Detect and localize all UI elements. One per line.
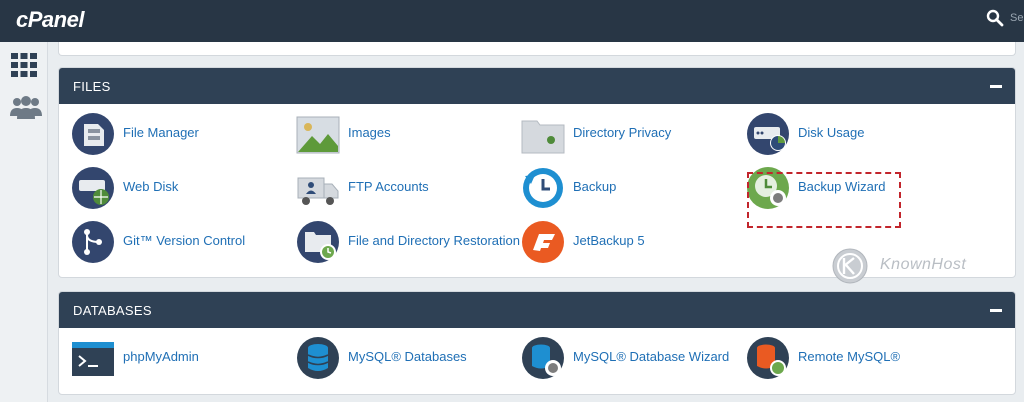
disk-usage-icon bbox=[747, 113, 789, 155]
files-panel-title: FILES bbox=[73, 79, 111, 94]
images-icon bbox=[296, 116, 340, 154]
databases-collapse-button[interactable] bbox=[989, 304, 1003, 316]
item-label: Web Disk bbox=[123, 179, 179, 194]
item-label: File and Directory Restoration bbox=[348, 233, 520, 248]
search-icon[interactable] bbox=[986, 9, 1004, 27]
jetbackup-icon bbox=[522, 221, 564, 263]
mysql-databases-icon bbox=[297, 337, 339, 379]
files-panel-header[interactable]: FILES bbox=[59, 68, 1015, 104]
remote-mysql-icon bbox=[747, 337, 789, 379]
databases-panel: DATABASES phpMyAdmin MySQL® Databases My… bbox=[58, 291, 1016, 395]
item-label: phpMyAdmin bbox=[123, 349, 199, 364]
item-label: File Manager bbox=[123, 125, 199, 140]
item-mysql-databases[interactable]: MySQL® Databases bbox=[296, 333, 520, 381]
main-content: FILES File Manager Images Directory Priv… bbox=[48, 42, 1024, 402]
item-directory-privacy[interactable]: Directory Privacy bbox=[521, 109, 745, 157]
mysql-wizard-icon bbox=[522, 337, 564, 379]
item-mysql-database-wizard[interactable]: MySQL® Database Wizard bbox=[521, 333, 745, 381]
item-label: JetBackup 5 bbox=[573, 233, 645, 248]
item-ftp-accounts[interactable]: FTP Accounts bbox=[296, 163, 520, 211]
left-rail bbox=[0, 42, 48, 402]
web-disk-icon bbox=[72, 167, 114, 209]
knownhost-watermark: KnownHost bbox=[830, 246, 1000, 286]
item-remote-mysql[interactable]: Remote MySQL® bbox=[746, 333, 970, 381]
file-manager-icon bbox=[72, 113, 114, 155]
item-web-disk[interactable]: Web Disk bbox=[71, 163, 295, 211]
item-images[interactable]: Images bbox=[296, 109, 520, 157]
search-input[interactable]: Se bbox=[1010, 12, 1023, 24]
previous-panel-edge bbox=[58, 42, 1016, 56]
item-label: Disk Usage bbox=[798, 125, 865, 140]
knownhost-logo-icon bbox=[832, 248, 868, 284]
phpmyadmin-icon bbox=[72, 342, 114, 376]
item-label: FTP Accounts bbox=[348, 179, 429, 194]
databases-panel-header[interactable]: DATABASES bbox=[59, 292, 1015, 328]
users-icon[interactable] bbox=[10, 94, 42, 120]
item-label: Directory Privacy bbox=[573, 125, 672, 140]
item-label: Images bbox=[348, 125, 391, 140]
item-phpmyadmin[interactable]: phpMyAdmin bbox=[71, 333, 295, 381]
item-file-directory-restoration[interactable]: File and Directory Restoration bbox=[296, 217, 520, 265]
files-collapse-button[interactable] bbox=[989, 80, 1003, 92]
item-label: MySQL® Databases bbox=[348, 349, 467, 364]
item-jetbackup-5[interactable]: JetBackup 5 bbox=[521, 217, 745, 265]
item-backup[interactable]: Backup bbox=[521, 163, 745, 211]
item-label: Git™ Version Control bbox=[123, 233, 246, 248]
directory-privacy-icon bbox=[521, 120, 565, 154]
item-label: Backup bbox=[573, 179, 617, 194]
ftp-accounts-icon bbox=[297, 177, 339, 205]
cpanel-logo[interactable]: cPanel bbox=[16, 7, 84, 33]
item-git-version-control[interactable]: Git™ Version Control bbox=[71, 217, 295, 265]
git-icon bbox=[72, 221, 114, 263]
item-label: MySQL® Database Wizard bbox=[573, 349, 730, 364]
disk-usage-highlight bbox=[747, 172, 901, 228]
top-bar: cPanel Se bbox=[0, 0, 1024, 42]
databases-panel-title: DATABASES bbox=[73, 303, 152, 318]
item-file-manager[interactable]: File Manager bbox=[71, 109, 295, 157]
item-disk-usage[interactable]: Disk Usage bbox=[746, 109, 970, 157]
restoration-icon bbox=[297, 221, 339, 263]
backup-icon bbox=[523, 168, 563, 208]
watermark-text: KnownHost bbox=[880, 256, 967, 273]
item-label: Remote MySQL® bbox=[798, 349, 901, 364]
grid-icon[interactable] bbox=[10, 52, 38, 78]
